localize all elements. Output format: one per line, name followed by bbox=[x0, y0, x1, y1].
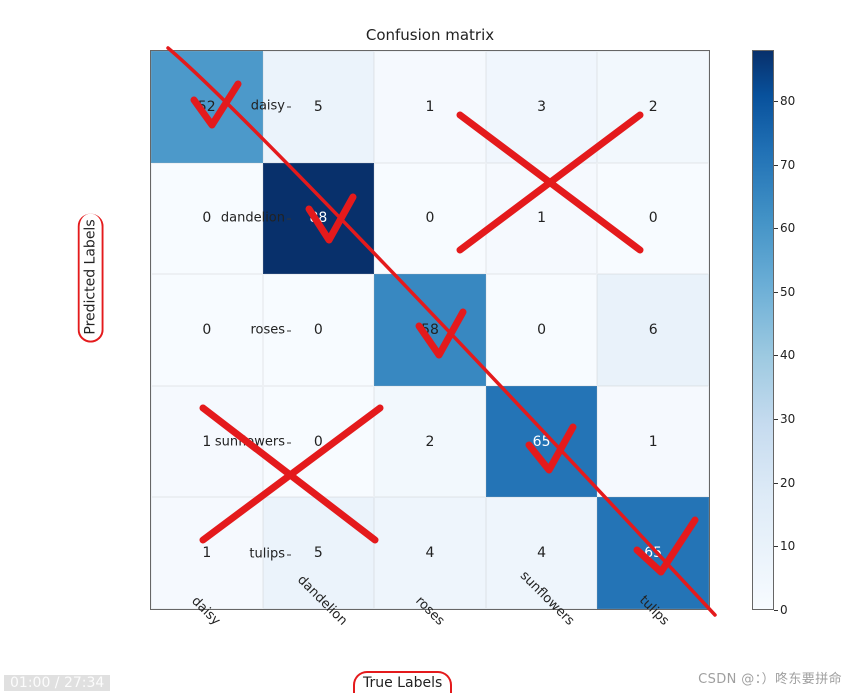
colorbar-tick: 30 bbox=[780, 412, 795, 426]
colorbar-tick: 50 bbox=[780, 285, 795, 299]
matrix-cell: 0 bbox=[486, 274, 598, 386]
colorbar-tick: 70 bbox=[780, 158, 795, 172]
matrix-cell: 65 bbox=[597, 497, 709, 609]
matrix-cell: 0 bbox=[151, 274, 263, 386]
x-axis-label: True Labels bbox=[353, 671, 452, 693]
ytick-3: sunflowers bbox=[215, 435, 285, 450]
matrix-cell: 2 bbox=[374, 386, 486, 498]
colorbar-tick: 0 bbox=[780, 603, 788, 617]
y-axis-label: Predicted Labels bbox=[78, 213, 104, 342]
matrix-cell: 58 bbox=[374, 274, 486, 386]
ytick-1: dandelion bbox=[221, 211, 285, 226]
matrix-cell: 4 bbox=[374, 497, 486, 609]
matrix-cell: 52 bbox=[151, 51, 263, 163]
matrix-cell: 1 bbox=[151, 497, 263, 609]
matrix-cell: 0 bbox=[597, 163, 709, 275]
matrix-cell: 1 bbox=[374, 51, 486, 163]
colorbar-tick: 80 bbox=[780, 94, 795, 108]
matrix-cell: 2 bbox=[597, 51, 709, 163]
matrix-cell: 1 bbox=[597, 386, 709, 498]
ytick-4: tulips bbox=[249, 547, 285, 562]
matrix-cell: 0 bbox=[374, 163, 486, 275]
matrix-cell: 6 bbox=[597, 274, 709, 386]
matrix-cell: 3 bbox=[486, 51, 598, 163]
colorbar-tick: 60 bbox=[780, 221, 795, 235]
ytick-0: daisy bbox=[251, 99, 285, 114]
colorbar-tick: 40 bbox=[780, 348, 795, 362]
chart-title: Confusion matrix bbox=[150, 26, 710, 44]
matrix-cell: 1 bbox=[486, 163, 598, 275]
matrix-cell: 65 bbox=[486, 386, 598, 498]
video-timestamp: 01:00 / 27:34 bbox=[4, 675, 110, 691]
colorbar-tick: 10 bbox=[780, 539, 795, 553]
ytick-2: roses bbox=[250, 323, 285, 338]
watermark: CSDN @：）咚东要拼命 bbox=[698, 668, 842, 687]
colorbar bbox=[752, 50, 774, 610]
colorbar-tick: 20 bbox=[780, 476, 795, 490]
confusion-matrix: 525132088010005806102651154465 bbox=[150, 50, 710, 610]
